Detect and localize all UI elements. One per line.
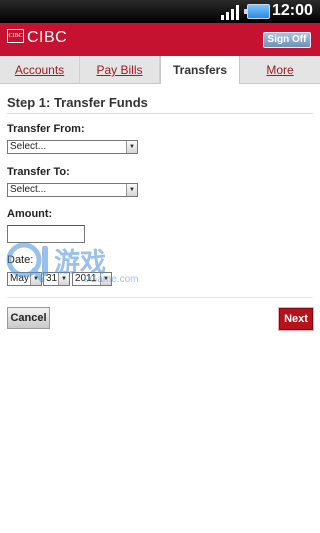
cibc-logo-icon: CIBC bbox=[7, 29, 24, 43]
battery-icon bbox=[244, 4, 270, 19]
next-button[interactable]: Next bbox=[278, 307, 314, 331]
tab-accounts[interactable]: Accounts bbox=[0, 56, 80, 83]
brand-name: CIBC bbox=[27, 29, 68, 46]
step-title: Step 1: Transfer Funds bbox=[7, 95, 148, 110]
transfer-from-value: Select... bbox=[10, 141, 47, 152]
signal-icon bbox=[221, 5, 241, 20]
status-clock: 12:00 bbox=[272, 2, 313, 19]
transfer-to-label: Transfer To: bbox=[7, 166, 70, 178]
transfer-from-select[interactable]: Select... ▼ bbox=[7, 140, 138, 154]
chevron-down-icon: ▼ bbox=[126, 141, 137, 153]
tab-more[interactable]: More bbox=[240, 56, 320, 83]
brand-header: CIBC CIBC Sign Off bbox=[0, 23, 320, 56]
watermark-logo: 游戏 9Game.com bbox=[4, 238, 138, 294]
transfer-to-value: Select... bbox=[10, 184, 47, 195]
transfer-to-select[interactable]: Select... ▼ bbox=[7, 183, 138, 197]
amount-label: Amount: bbox=[7, 208, 53, 220]
sign-off-button[interactable]: Sign Off bbox=[263, 32, 311, 48]
cancel-button[interactable]: Cancel bbox=[7, 307, 50, 329]
divider bbox=[7, 297, 313, 298]
tab-transfers[interactable]: Transfers bbox=[160, 56, 240, 84]
transfer-from-label: Transfer From: bbox=[7, 123, 85, 135]
status-bar: 12:00 bbox=[0, 0, 320, 23]
tab-pay-bills[interactable]: Pay Bills bbox=[80, 56, 160, 83]
watermark-subtext: 9Game.com bbox=[84, 274, 139, 285]
tab-bar: Accounts Pay Bills Transfers More bbox=[0, 56, 320, 84]
chevron-down-icon: ▼ bbox=[126, 184, 137, 196]
divider bbox=[7, 113, 313, 114]
